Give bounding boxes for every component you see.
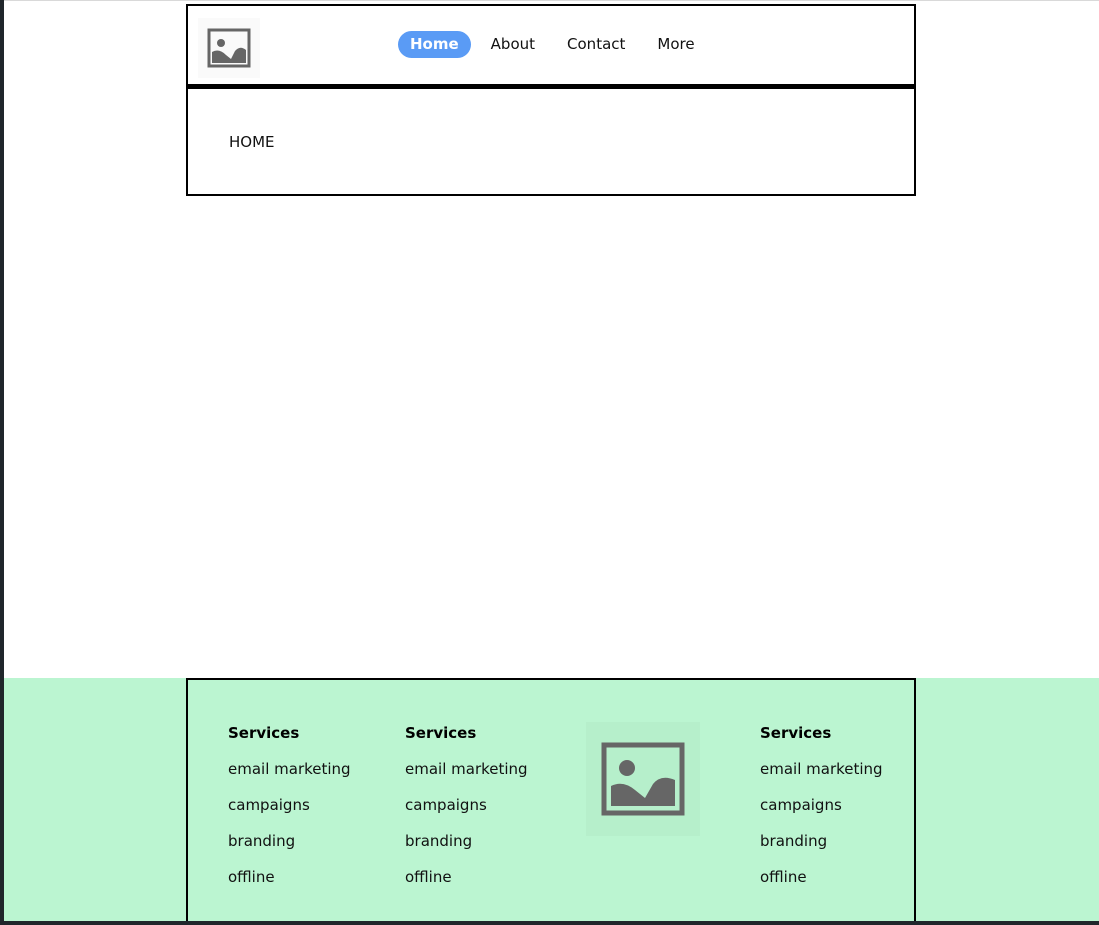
- nav-home[interactable]: Home: [398, 31, 471, 58]
- footer-link-email-marketing[interactable]: email marketing: [760, 760, 883, 796]
- footer-link-campaigns[interactable]: campaigns: [760, 796, 883, 832]
- browser-viewport: Home About Contact More HOME Services em…: [4, 0, 1099, 925]
- page-content: HOME: [186, 87, 916, 196]
- main-nav: Home About Contact More: [398, 31, 715, 58]
- footer-column-2: Services email marketing campaigns brand…: [405, 724, 528, 904]
- footer-link-offline[interactable]: offline: [760, 868, 883, 904]
- footer-link-email-marketing[interactable]: email marketing: [405, 760, 528, 796]
- header-logo[interactable]: [198, 18, 260, 78]
- image-placeholder-icon: [601, 742, 685, 816]
- footer-link-offline[interactable]: offline: [228, 868, 351, 904]
- footer-link-branding[interactable]: branding: [760, 832, 883, 868]
- footer-link-campaigns[interactable]: campaigns: [228, 796, 351, 832]
- nav-contact[interactable]: Contact: [555, 31, 637, 58]
- footer-link-email-marketing[interactable]: email marketing: [228, 760, 351, 796]
- window-bottom-edge: [4, 921, 1099, 925]
- footer-container: Services email marketing campaigns brand…: [186, 678, 916, 923]
- footer-column-3: Services email marketing campaigns brand…: [760, 724, 883, 904]
- nav-about[interactable]: About: [479, 31, 547, 58]
- footer-link-branding[interactable]: branding: [405, 832, 528, 868]
- footer-link-campaigns[interactable]: campaigns: [405, 796, 528, 832]
- footer-column-1: Services email marketing campaigns brand…: [228, 724, 351, 904]
- footer-logo[interactable]: [586, 722, 700, 836]
- nav-more[interactable]: More: [645, 31, 706, 58]
- image-placeholder-icon: [207, 28, 251, 68]
- site-footer: Services email marketing campaigns brand…: [4, 678, 1099, 923]
- footer-link-offline[interactable]: offline: [405, 868, 528, 904]
- page-title: HOME: [229, 133, 275, 151]
- footer-heading: Services: [405, 724, 477, 742]
- footer-link-branding[interactable]: branding: [228, 832, 351, 868]
- site-header: Home About Contact More: [186, 4, 916, 88]
- footer-heading: Services: [228, 724, 300, 742]
- footer-heading: Services: [760, 724, 832, 742]
